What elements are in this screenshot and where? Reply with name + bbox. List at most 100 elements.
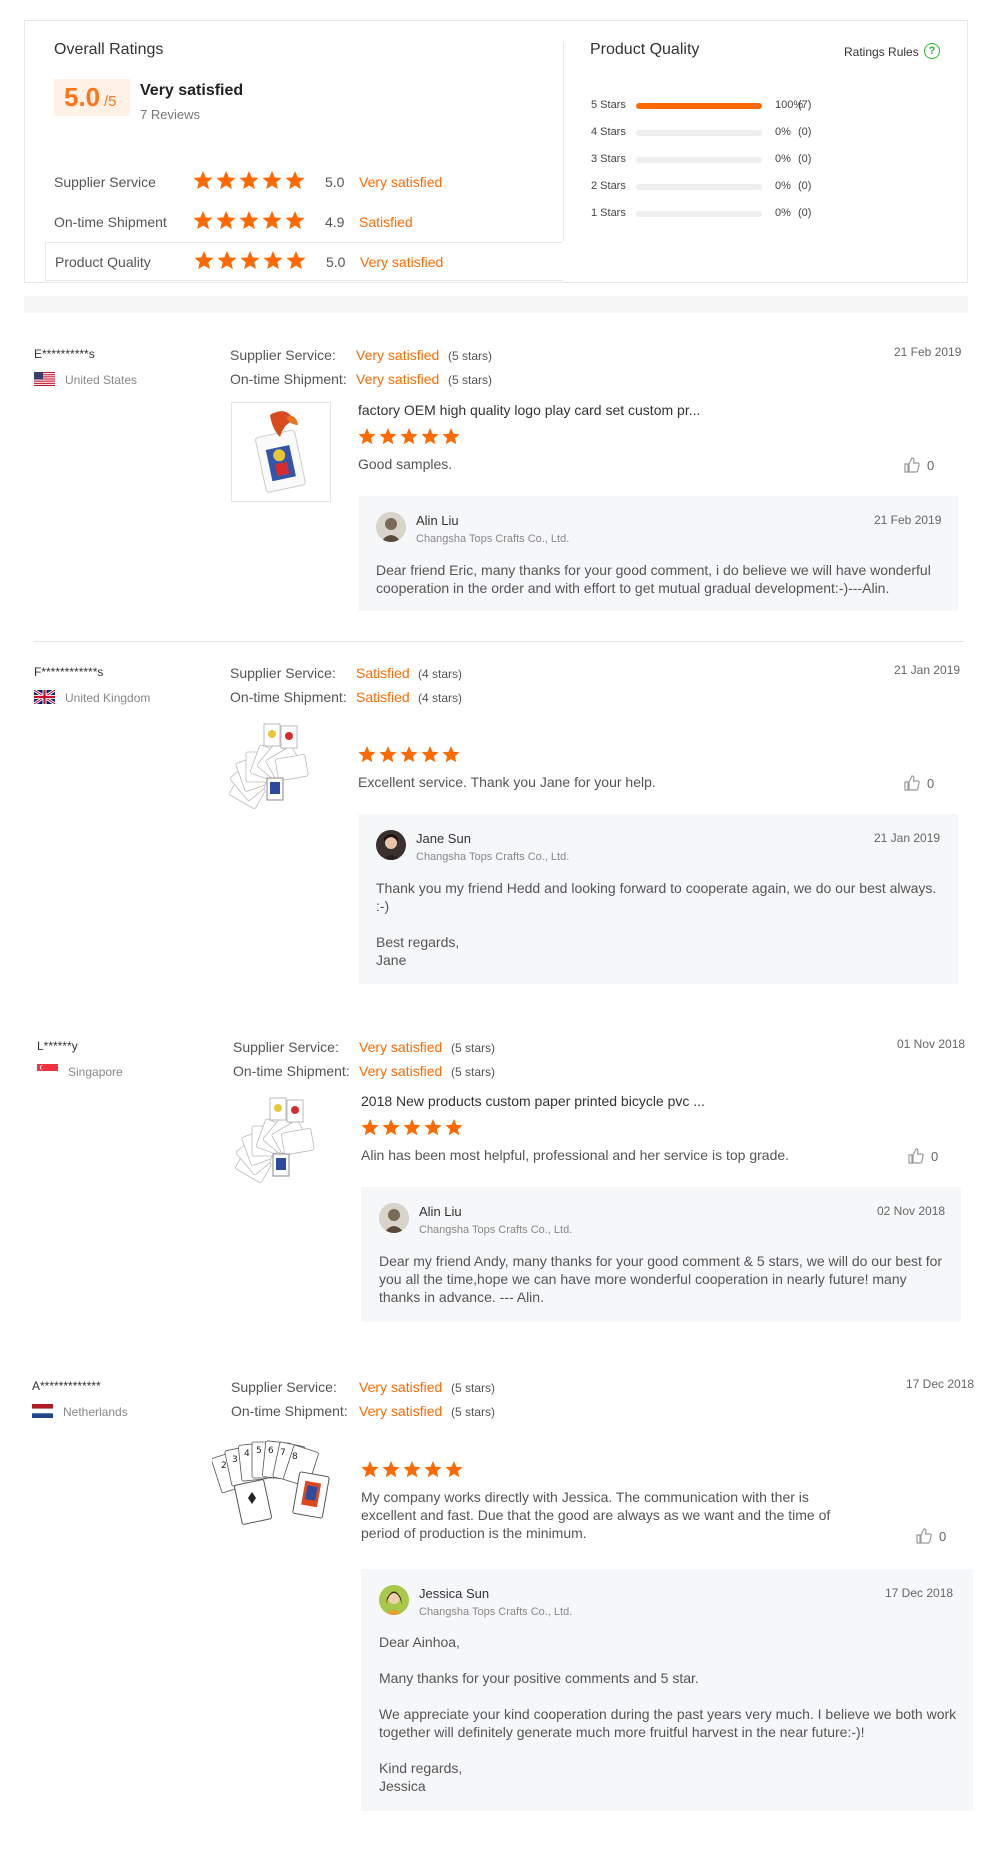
svg-text:3: 3 [232, 1455, 238, 1465]
star-icon [217, 251, 237, 270]
review-date: 21 Jan 2019 [894, 663, 961, 677]
star-icon [400, 746, 418, 763]
star-distribution-row: 3 Stars 0% (0) [591, 152, 851, 168]
like-button[interactable]: 0 [915, 1527, 955, 1547]
supplier-service-stars: (5 stars) [448, 349, 493, 363]
overall-ratings-title: Overall Ratings [54, 41, 164, 58]
star-icon [424, 1119, 442, 1136]
reviewer-country: Netherlands [63, 1405, 128, 1419]
distribution-bar [636, 103, 762, 109]
ontime-shipment-stars: (4 stars) [418, 691, 463, 705]
rating-row-ontime-shipment[interactable]: On-time Shipment 4.9 Satisfied [45, 203, 563, 242]
reviewer-country: United Kingdom [65, 691, 151, 705]
star-distribution-row: 2 Stars 0% (0) [591, 179, 851, 195]
star-icon [382, 1119, 400, 1136]
star-icon [424, 1461, 442, 1478]
svg-text:8: 8 [292, 1452, 298, 1462]
star-icon [403, 1461, 421, 1478]
overall-score: 5.0 [64, 82, 101, 112]
ontime-shipment-level: Very satisfied [359, 1063, 443, 1079]
distribution-percent: 0% [775, 153, 791, 165]
supplier-service-label: Supplier Service: [231, 1379, 337, 1395]
ontime-shipment-label: On-time Shipment: [230, 371, 347, 387]
overall-level: Very satisfied [140, 82, 244, 99]
distribution-label: 2 Stars [591, 180, 626, 192]
distribution-bar [636, 184, 762, 190]
star-icon [239, 171, 259, 190]
reviewer-name: F************s [34, 665, 104, 679]
rating-row-level: Satisfied [359, 214, 413, 230]
rating-row-value: 5.0 [326, 254, 346, 270]
distribution-bar-fill [636, 103, 762, 109]
product-title-link[interactable]: 2018 New products custom paper printed b… [361, 1093, 705, 1109]
distribution-count: (0) [798, 153, 812, 165]
seller-company: Changsha Tops Crafts Co., Ltd. [416, 533, 570, 545]
product-thumbnail[interactable] [224, 718, 324, 818]
star-icon [193, 171, 213, 190]
svg-text:7: 7 [280, 1448, 286, 1458]
review-rating-stars [358, 428, 463, 448]
product-thumbnail[interactable]: 2345678 [211, 1434, 342, 1534]
rating-row-supplier-service[interactable]: Supplier Service 5.0 Very satisfied [45, 163, 563, 202]
review-text: Alin has been most helpful, professional… [361, 1147, 790, 1163]
reply-text: Thank you my friend Hedd and looking for… [376, 880, 937, 968]
supplier-service-stars: (4 stars) [418, 667, 463, 681]
distribution-count: (7) [798, 99, 812, 111]
seller-avatar [376, 512, 406, 542]
ontime-shipment-label: On-time Shipment: [231, 1403, 348, 1419]
star-icon [403, 1119, 421, 1136]
ontime-shipment-stars: (5 stars) [448, 373, 493, 387]
thumbs-up-icon [904, 775, 920, 791]
distribution-label: 3 Stars [591, 153, 626, 165]
help-icon[interactable]: ? [924, 43, 940, 59]
uk-flag-icon [34, 690, 55, 704]
rating-row-label: Supplier Service [54, 174, 156, 190]
overall-score-suffix: /5 [104, 93, 117, 110]
seller-company: Changsha Tops Crafts Co., Ltd. [419, 1606, 573, 1618]
seller-avatar [379, 1585, 409, 1615]
star-icon [193, 211, 213, 230]
distribution-count: (0) [798, 180, 812, 192]
seller-company: Changsha Tops Crafts Co., Ltd. [419, 1224, 573, 1236]
distribution-bar [636, 130, 762, 136]
supplier-service-level: Very satisfied [359, 1379, 443, 1395]
reply-date: 21 Jan 2019 [874, 831, 941, 845]
reviewer-name: E**********s [34, 347, 95, 361]
like-button[interactable]: 0 [903, 456, 943, 476]
supplier-service-level: Satisfied [356, 665, 410, 681]
star-icon [421, 746, 439, 763]
distribution-label: 4 Stars [591, 126, 626, 138]
star-icon [361, 1119, 379, 1136]
star-icon [216, 171, 236, 190]
seller-name: Alin Liu [419, 1204, 462, 1219]
rating-row-value: 5.0 [325, 174, 345, 190]
star-icon [442, 428, 460, 445]
like-button[interactable]: 0 [903, 774, 943, 794]
review-date: 21 Feb 2019 [894, 345, 962, 359]
distribution-label: 5 Stars [591, 99, 626, 111]
reply-text: Dear Ainhoa, Many thanks for your positi… [379, 1634, 957, 1794]
distribution-percent: 0% [775, 207, 791, 219]
rating-row-product-quality[interactable]: Product Quality 5.0 Very satisfied [45, 242, 563, 281]
distribution-count: (0) [798, 126, 812, 138]
section-separator [24, 296, 968, 313]
product-thumbnail[interactable] [230, 1092, 330, 1192]
product-thumbnail[interactable] [231, 402, 331, 502]
star-icon [361, 1461, 379, 1478]
svg-text:6: 6 [268, 1446, 274, 1456]
ratings-rules-link[interactable]: Ratings Rules [844, 45, 919, 59]
review-text: Good samples. [358, 456, 453, 472]
product-title-link[interactable]: factory OEM high quality logo play card … [358, 402, 700, 418]
product-quality-title: Product Quality [590, 41, 700, 58]
supplier-service-label: Supplier Service: [230, 347, 336, 363]
ontime-shipment-level: Very satisfied [356, 371, 440, 387]
star-icon [421, 428, 439, 445]
rating-row-label: On-time Shipment [54, 214, 167, 230]
star-icon [442, 746, 460, 763]
review-text: My company works directly with Jessica. … [361, 1489, 831, 1541]
supplier-service-stars: (5 stars) [451, 1381, 496, 1395]
like-button[interactable]: 0 [907, 1147, 947, 1167]
distribution-percent: 0% [775, 180, 791, 192]
svg-text:4: 4 [244, 1449, 250, 1459]
star-icon [379, 746, 397, 763]
